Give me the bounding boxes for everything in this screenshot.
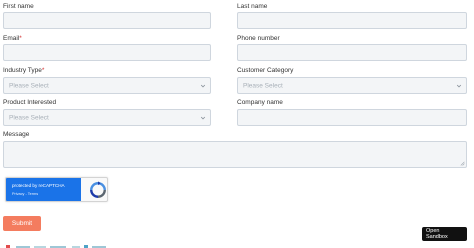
- company-name-label: Company name: [237, 99, 283, 106]
- industry-type-label-text: Industry Type: [3, 67, 42, 74]
- open-sandbox-button[interactable]: Open Sandbox: [422, 227, 467, 241]
- open-sandbox-line2: Sandbox: [426, 234, 448, 240]
- company-name-field[interactable]: [237, 109, 467, 126]
- last-name-field[interactable]: [237, 12, 467, 29]
- company-name-input[interactable]: [238, 110, 466, 125]
- message-field[interactable]: [3, 141, 467, 168]
- chevron-down-icon: [200, 84, 206, 87]
- email-field[interactable]: [3, 44, 211, 61]
- product-interested-selected: Please Select: [9, 114, 49, 121]
- recaptcha-text: protected by reCAPTCHA: [12, 183, 65, 188]
- required-marker: *: [19, 35, 22, 42]
- message-label: Message: [3, 131, 30, 138]
- submit-button[interactable]: Submit: [3, 216, 41, 231]
- customer-category-label: Customer Category: [237, 67, 294, 74]
- recaptcha-terms-link[interactable]: Terms: [28, 192, 38, 196]
- footer-logo-strip: [6, 245, 106, 248]
- phone-field[interactable]: [237, 44, 467, 61]
- recaptcha-privacy-link[interactable]: Privacy: [12, 192, 24, 196]
- first-name-input[interactable]: [4, 13, 210, 28]
- first-name-field[interactable]: [3, 12, 211, 29]
- email-label: Email*: [3, 35, 22, 43]
- industry-type-select[interactable]: Please Select: [3, 77, 211, 94]
- email-input[interactable]: [4, 45, 210, 60]
- recaptcha-logo-icon: [90, 181, 106, 198]
- recaptcha-panel: protected by reCAPTCHA Privacy - Terms: [6, 178, 81, 201]
- last-name-input[interactable]: [238, 13, 466, 28]
- required-marker: *: [41, 67, 45, 74]
- phone-input[interactable]: [238, 45, 466, 60]
- industry-type-label: Industry Type*: [3, 67, 44, 75]
- resize-handle-icon[interactable]: [459, 160, 465, 166]
- product-interested-select[interactable]: Please Select: [3, 109, 211, 126]
- chevron-down-icon: [200, 116, 206, 119]
- recaptcha-links: Privacy - Terms: [12, 192, 38, 196]
- message-textarea[interactable]: [4, 142, 466, 167]
- product-interested-label: Product Interested: [3, 99, 57, 106]
- last-name-label: Last name: [237, 3, 268, 10]
- industry-type-selected: Please Select: [9, 82, 49, 89]
- customer-category-selected: Please Select: [243, 82, 283, 89]
- customer-category-select[interactable]: Please Select: [237, 77, 467, 94]
- recaptcha-badge: protected by reCAPTCHA Privacy - Terms: [5, 177, 108, 202]
- phone-label: Phone number: [237, 35, 280, 42]
- chevron-down-icon: [456, 84, 462, 87]
- first-name-label: First name: [3, 3, 34, 10]
- email-label-text: Email: [3, 35, 20, 42]
